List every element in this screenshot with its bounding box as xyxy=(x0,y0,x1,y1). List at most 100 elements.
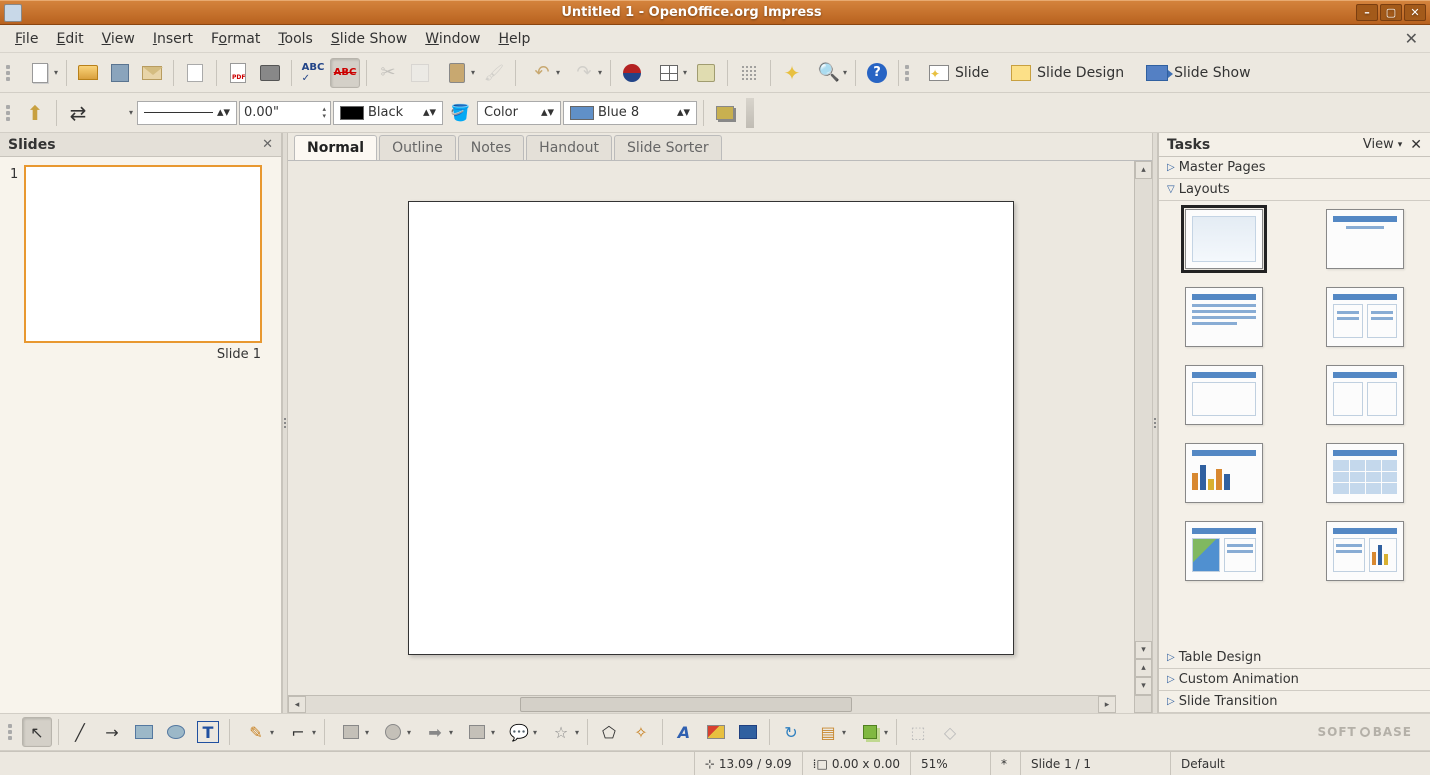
format-paintbrush-button[interactable]: 🖌 xyxy=(479,58,509,88)
menu-format[interactable]: Format xyxy=(202,28,269,50)
curve-tool[interactable]: ✎▾ xyxy=(236,717,276,747)
layout-two-content[interactable] xyxy=(1326,287,1404,347)
navigator-button[interactable]: ✦ xyxy=(777,58,807,88)
text-tool[interactable]: T xyxy=(193,717,223,747)
autospellcheck-button[interactable]: ABC xyxy=(330,58,360,88)
basic-shapes-tool[interactable]: ▾ xyxy=(331,717,371,747)
task-section-master-pages[interactable]: ▷Master Pages xyxy=(1159,157,1430,179)
tab-handout[interactable]: Handout xyxy=(526,135,612,160)
cut-button[interactable]: ✂ xyxy=(373,58,403,88)
layout-two-objects[interactable] xyxy=(1326,365,1404,425)
prev-slide-icon[interactable]: ▴ xyxy=(1135,659,1152,677)
tasks-panel-close-icon[interactable]: ✕ xyxy=(1410,137,1422,153)
symbol-shapes-tool[interactable]: ▾ xyxy=(373,717,413,747)
area-fill-button[interactable]: 🪣 xyxy=(445,98,475,128)
undo-button[interactable]: ↶▾ xyxy=(522,58,562,88)
rotate-tool[interactable]: ↻ xyxy=(776,717,806,747)
open-button[interactable] xyxy=(73,58,103,88)
line-style-combo[interactable]: ▴▾ xyxy=(137,101,237,125)
task-section-layouts[interactable]: ▽Layouts xyxy=(1159,179,1430,201)
fill-type-combo[interactable]: Color ▴▾ xyxy=(477,101,561,125)
scroll-right-icon[interactable]: ▸ xyxy=(1098,696,1116,713)
layout-title-only[interactable] xyxy=(1326,209,1404,269)
rectangle-tool[interactable] xyxy=(129,717,159,747)
gallery-tool[interactable] xyxy=(733,717,763,747)
document-close-icon[interactable]: ✕ xyxy=(1399,29,1424,48)
new-slide-button[interactable]: Slide xyxy=(919,58,999,88)
scroll-down-icon[interactable]: ▾ xyxy=(1135,641,1152,659)
insert-chart-button[interactable] xyxy=(617,58,647,88)
print-button[interactable] xyxy=(255,58,285,88)
tab-normal[interactable]: Normal xyxy=(294,135,377,160)
shadow-button[interactable] xyxy=(710,98,740,128)
layout-title-content[interactable] xyxy=(1185,287,1263,347)
menu-edit[interactable]: Edit xyxy=(47,28,92,50)
paste-button[interactable]: ▾ xyxy=(437,58,477,88)
export-pdf-button[interactable] xyxy=(223,58,253,88)
hscroll-thumb[interactable] xyxy=(520,697,853,712)
menu-help[interactable]: Help xyxy=(489,28,539,50)
block-arrows-tool[interactable]: ➡▾ xyxy=(415,717,455,747)
slides-panel-close-icon[interactable]: ✕ xyxy=(262,137,273,152)
line-style-arrows[interactable]: ⇄ xyxy=(63,98,93,128)
extrusion-tool[interactable]: ⬚ xyxy=(903,717,933,747)
menu-window[interactable]: Window xyxy=(416,28,489,50)
minimize-button[interactable]: – xyxy=(1356,4,1378,21)
maximize-button[interactable]: ▢ xyxy=(1380,4,1402,21)
toolbar-gripper-2[interactable] xyxy=(905,65,913,81)
horizontal-scrollbar[interactable]: ◂ ▸ xyxy=(288,695,1116,713)
menu-view[interactable]: View xyxy=(93,28,144,50)
toolbar-gripper-3[interactable] xyxy=(6,105,14,121)
new-button[interactable]: ▾ xyxy=(20,58,60,88)
menu-slideshow[interactable]: Slide Show xyxy=(322,28,416,50)
hyperlink-button[interactable] xyxy=(691,58,721,88)
close-button[interactable]: ✕ xyxy=(1404,4,1426,21)
tab-slide-sorter[interactable]: Slide Sorter xyxy=(614,135,722,160)
menu-insert[interactable]: Insert xyxy=(144,28,202,50)
insert-table-button[interactable]: ▾ xyxy=(649,58,689,88)
zoom-button[interactable]: 🔍▾ xyxy=(809,58,849,88)
fill-color-combo[interactable]: Blue 8 ▴▾ xyxy=(563,101,697,125)
task-section-table-design[interactable]: ▷Table Design xyxy=(1159,647,1430,669)
drawing-toolbar-gripper[interactable] xyxy=(8,724,16,740)
scroll-left-icon[interactable]: ◂ xyxy=(288,696,306,713)
show-grid-button[interactable] xyxy=(734,58,764,88)
help-button[interactable]: ? xyxy=(862,58,892,88)
line-color-combo[interactable]: Black ▴▾ xyxy=(333,101,443,125)
layout-title-chart[interactable] xyxy=(1185,443,1263,503)
line-tool[interactable]: ╱ xyxy=(65,717,95,747)
tasks-view-menu[interactable]: View ▾ xyxy=(1363,137,1402,152)
copy-button[interactable] xyxy=(405,58,435,88)
ellipse-tool[interactable] xyxy=(161,717,191,747)
edit-file-button[interactable] xyxy=(180,58,210,88)
slide-canvas[interactable] xyxy=(408,201,1014,655)
status-zoom[interactable]: 51% xyxy=(910,752,990,775)
next-slide-icon[interactable]: ▾ xyxy=(1135,677,1152,695)
flowchart-tool[interactable]: ▾ xyxy=(457,717,497,747)
slides-panel-body[interactable]: 1 Slide 1 xyxy=(0,157,281,713)
task-section-custom-animation[interactable]: ▷Custom Animation xyxy=(1159,669,1430,691)
save-button[interactable] xyxy=(105,58,135,88)
layout-title-clipart-text[interactable] xyxy=(1185,521,1263,581)
tab-outline[interactable]: Outline xyxy=(379,135,456,160)
task-section-slide-transition[interactable]: ▷Slide Transition xyxy=(1159,691,1430,713)
points-tool[interactable]: ⬠ xyxy=(594,717,624,747)
slide-design-button[interactable]: Slide Design xyxy=(1001,58,1134,88)
spellcheck-button[interactable]: ABC✓ xyxy=(298,58,328,88)
scroll-up-icon[interactable]: ▴ xyxy=(1135,161,1152,179)
toolbar-overflow[interactable] xyxy=(746,98,754,128)
layout-title-table[interactable] xyxy=(1326,443,1404,503)
tab-notes[interactable]: Notes xyxy=(458,135,524,160)
vertical-scrollbar[interactable]: ▴ ▾ ▴ ▾ xyxy=(1134,161,1152,695)
select-tool[interactable]: ↖ xyxy=(22,717,52,747)
arrow-line-tool[interactable]: → xyxy=(97,717,127,747)
arrow-style-button[interactable]: ⬆ xyxy=(20,98,50,128)
arrow-endings-button[interactable]: ▾ xyxy=(95,98,135,128)
email-button[interactable] xyxy=(137,58,167,88)
toolbar-gripper[interactable] xyxy=(6,65,14,81)
layout-blank[interactable] xyxy=(1185,209,1263,269)
interaction-tool[interactable]: ◇ xyxy=(935,717,965,747)
from-file-tool[interactable] xyxy=(701,717,731,747)
stars-tool[interactable]: ☆▾ xyxy=(541,717,581,747)
connector-tool[interactable]: ⌐▾ xyxy=(278,717,318,747)
